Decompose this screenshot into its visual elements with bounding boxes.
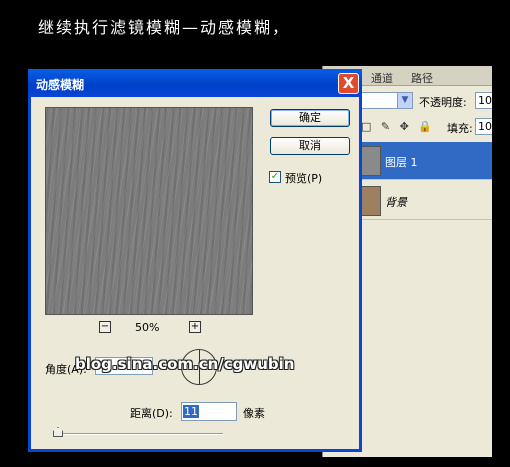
motion-blur-dialog: 动感模糊 X − 50% + 确定 取消 ✓ 预览(P) 角度(A): 距离(D… (28, 69, 362, 452)
opacity-label: 不透明度: (419, 96, 467, 109)
preview-checkbox[interactable]: ✓ (269, 171, 281, 183)
zoom-out-button[interactable]: − (99, 321, 111, 333)
cancel-button[interactable]: 取消 (270, 137, 350, 155)
distance-input[interactable]: 11 (181, 402, 237, 421)
checkmark-icon: ✓ (270, 171, 280, 182)
watermark-text: blog.sina.com.cn/cgwubin (75, 355, 295, 373)
tab-paths[interactable]: 路径 (411, 70, 433, 86)
distance-slider-thumb[interactable] (53, 427, 63, 437)
distance-label: 距离(D): (130, 407, 173, 420)
layer-name: 图层 1 (385, 156, 418, 169)
lock-icons[interactable]: □ ✎ ✥ 🔒 (361, 120, 435, 133)
layer-thumbnail (359, 146, 381, 176)
layer-name: 背景 (385, 196, 407, 209)
zoom-level: 50% (135, 321, 160, 334)
preview-canvas[interactable] (45, 107, 253, 315)
zoom-in-button[interactable]: + (189, 321, 201, 333)
fill-label: 填充: (447, 122, 473, 135)
tab-channels[interactable]: 通道 (371, 70, 393, 86)
fill-input[interactable]: 100 (475, 118, 492, 135)
dialog-title: 动感模糊 (36, 78, 85, 92)
chevron-down-icon[interactable]: ▼ (397, 93, 412, 108)
distance-unit: 像素 (243, 407, 265, 420)
tutorial-caption: 继续执行滤镜模糊—动感模糊， (38, 18, 291, 37)
opacity-input[interactable]: 100 (475, 92, 492, 109)
dialog-titlebar[interactable]: 动感模糊 X (28, 69, 362, 97)
distance-slider-track[interactable] (53, 433, 223, 435)
close-button[interactable]: X (338, 73, 359, 94)
preview-label: 预览(P) (285, 172, 323, 185)
distance-value: 11 (183, 405, 199, 418)
ok-button[interactable]: 确定 (270, 109, 350, 127)
close-icon: X (342, 74, 355, 92)
layer-thumbnail (359, 186, 381, 216)
